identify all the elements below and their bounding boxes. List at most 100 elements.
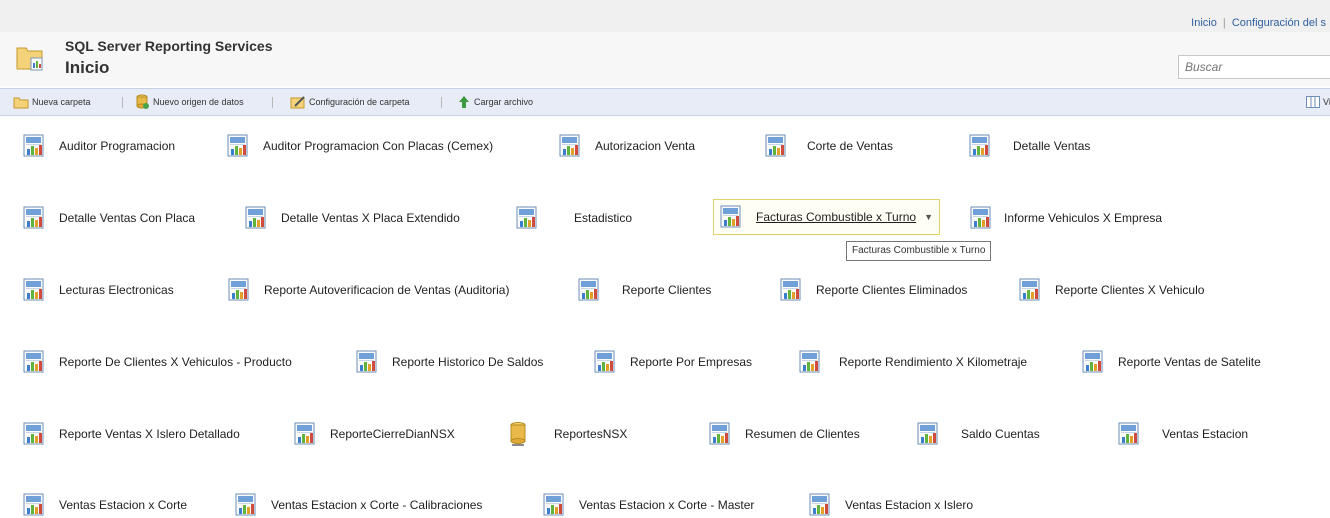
report-item-label: Resumen de Clientes [745, 427, 860, 441]
report-item-label: ReporteCierreDianNSX [330, 427, 455, 441]
view-icon [1306, 96, 1320, 108]
report-item-label: Lecturas Electronicas [59, 283, 174, 297]
report-item-label: Detalle Ventas X Placa Extendido [281, 211, 460, 225]
home-link[interactable]: Inicio [1191, 17, 1217, 29]
view-label: Vi [1323, 97, 1330, 107]
report-item[interactable]: Estadistico [514, 205, 632, 231]
report-icon [1116, 421, 1144, 447]
report-item-label: Reporte Ventas de Satelite [1118, 355, 1261, 369]
toolbar-divider [441, 97, 442, 108]
header: SQL Server Reporting Services Inicio [0, 32, 1330, 86]
report-icon [21, 421, 49, 447]
report-item-hovered[interactable]: Facturas Combustible x Turno ▼ [713, 199, 940, 235]
new-folder-label: Nueva carpeta [32, 97, 91, 107]
toolbar: Nueva carpeta Nuevo origen de datos Conf… [0, 88, 1330, 116]
report-item-label: Reporte Historico De Saldos [392, 355, 544, 369]
report-item-label: Reporte Rendimiento X Kilometraje [839, 355, 1028, 369]
report-item[interactable]: Ventas Estacion [1116, 421, 1248, 447]
folder-settings-icon [290, 96, 305, 109]
report-item[interactable]: ReporteCierreDianNSX [292, 421, 455, 447]
view-button[interactable]: Vi [1306, 89, 1330, 115]
upload-file-label: Cargar archivo [474, 97, 534, 107]
new-data-source-label: Nuevo origen de datos [153, 97, 244, 107]
report-icon [797, 349, 825, 375]
search-input[interactable] [1178, 55, 1330, 79]
report-item-label: Auditor Programacion Con Placas (Cemex) [263, 139, 494, 153]
toolbar-divider [122, 97, 123, 108]
report-item-label: Reporte Clientes X Vehiculo [1055, 283, 1205, 297]
data-source-icon [504, 421, 532, 447]
report-item[interactable]: Reporte Rendimiento X Kilometraje [797, 349, 1027, 375]
folder-icon [13, 97, 29, 109]
report-icon [21, 205, 49, 231]
report-item[interactable]: Reporte Clientes [576, 277, 711, 303]
report-item-label: Ventas Estacion x Corte - Calibraciones [271, 498, 483, 512]
report-icon [807, 492, 835, 518]
report-item[interactable]: Reporte Clientes X Vehiculo [1017, 277, 1204, 303]
report-item[interactable]: Lecturas Electronicas [21, 277, 174, 303]
folder-settings-label: Configuración de carpeta [309, 97, 410, 107]
report-item-label: Facturas Combustible x Turno [756, 210, 917, 224]
report-icon [292, 421, 320, 447]
report-item[interactable]: Detalle Ventas Con Placa [21, 205, 195, 231]
toolbar-divider [272, 97, 273, 108]
report-item[interactable]: Ventas Estacion x Corte - Master [541, 492, 754, 518]
report-item[interactable]: Reporte Clientes Eliminados [778, 277, 967, 303]
report-icon [763, 133, 791, 159]
report-item-label: Reporte De Clientes X Vehiculos - Produc… [59, 355, 292, 369]
report-item-label: Corte de Ventas [807, 139, 894, 153]
report-icon [225, 133, 253, 159]
app-title: SQL Server Reporting Services [65, 38, 273, 54]
report-item[interactable]: Corte de Ventas [763, 133, 893, 159]
report-item[interactable]: Detalle Ventas [967, 133, 1090, 159]
upload-file-button[interactable]: Cargar archivo [457, 89, 533, 115]
report-icon [233, 492, 261, 518]
report-item[interactable]: Auditor Programacion Con Placas (Cemex) [225, 133, 493, 159]
report-item[interactable]: Reporte Por Empresas [592, 349, 752, 375]
report-icon [514, 205, 542, 231]
report-item-label: Reporte Autoverificacion de Ventas (Audi… [264, 283, 510, 297]
data-source-icon [136, 94, 149, 109]
report-item[interactable]: Reporte Ventas de Satelite [1080, 349, 1261, 375]
report-icon [21, 277, 49, 303]
new-data-source-button[interactable]: Nuevo origen de datos [134, 89, 244, 115]
report-icon [243, 205, 271, 231]
report-item[interactable]: Reporte Ventas X Islero Detallado [21, 421, 240, 447]
report-icon [592, 349, 620, 375]
report-item[interactable]: Detalle Ventas X Placa Extendido [243, 205, 460, 231]
data-source-item-label: ReportesNSX [554, 427, 628, 441]
report-icon [1017, 277, 1045, 303]
report-item-label: Saldo Cuentas [961, 427, 1040, 441]
report-icon [576, 277, 604, 303]
report-item-label: Reporte Ventas X Islero Detallado [59, 427, 240, 441]
chevron-down-icon[interactable]: ▼ [924, 212, 933, 222]
report-item-label: Autorizacion Venta [595, 139, 696, 153]
report-item[interactable]: Reporte Autoverificacion de Ventas (Audi… [226, 277, 509, 303]
folder-settings-button[interactable]: Configuración de carpeta [290, 89, 410, 115]
report-icon [1080, 349, 1108, 375]
report-icon [21, 349, 49, 375]
report-item[interactable]: Reporte Historico De Saldos [354, 349, 543, 375]
report-item[interactable]: Informe Vehiculos X Empresa [968, 205, 1162, 231]
site-settings-link[interactable]: Configuración del s [1232, 17, 1326, 29]
report-icon [354, 349, 382, 375]
top-link-separator: | [1222, 17, 1226, 29]
report-item[interactable]: Reporte De Clientes X Vehiculos - Produc… [21, 349, 292, 375]
data-source-item[interactable]: ReportesNSX [504, 421, 627, 447]
report-item[interactable]: Autorizacion Venta [557, 133, 695, 159]
folder-icon [16, 47, 43, 71]
report-item[interactable]: Ventas Estacion x Islero [807, 492, 973, 518]
report-icon [778, 277, 806, 303]
report-item[interactable]: Ventas Estacion x Corte [21, 492, 187, 518]
report-item[interactable]: Resumen de Clientes [707, 421, 860, 447]
report-icon [21, 133, 49, 159]
report-item[interactable]: Auditor Programacion [21, 133, 175, 159]
new-folder-button[interactable]: Nueva carpeta [13, 89, 91, 115]
report-item[interactable]: Ventas Estacion x Corte - Calibraciones [233, 492, 482, 518]
report-item-label: Ventas Estacion x Corte - Master [579, 498, 755, 512]
report-item[interactable]: Saldo Cuentas [915, 421, 1040, 447]
report-item-label: Reporte Clientes [622, 283, 712, 297]
report-icon [915, 421, 943, 447]
report-item-label: Auditor Programacion [59, 139, 176, 153]
top-bar: Inicio | Configuración del s [0, 0, 1330, 32]
